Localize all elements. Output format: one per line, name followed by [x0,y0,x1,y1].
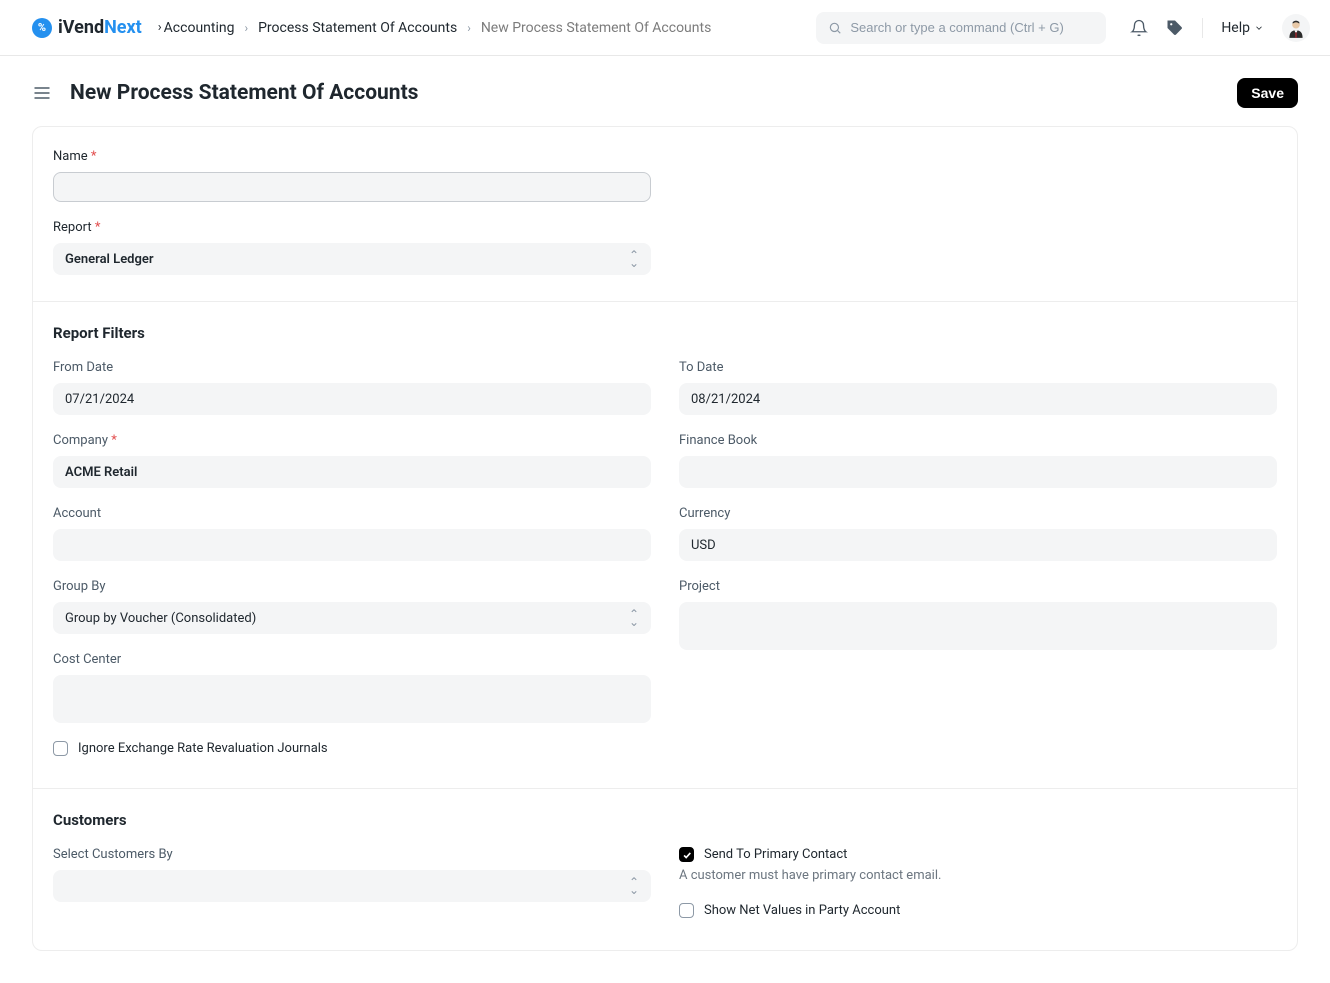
show-net-checkbox[interactable]: Show Net Values in Party Account [679,903,1277,918]
brand-text-2: Next [104,17,142,38]
ignore-exchange-label: Ignore Exchange Rate Revaluation Journal… [78,741,328,756]
name-label: Name * [53,149,651,164]
checkbox-icon [679,903,694,918]
section-report-filters: Report Filters From Date 07/21/2024 Comp… [33,302,1297,789]
company-input[interactable]: ACME Retail [53,456,651,488]
account-input[interactable] [53,529,651,561]
breadcrumb-current: New Process Statement Of Accounts [481,20,712,36]
breadcrumb-accounting[interactable]: Accounting [164,20,235,36]
customers-title: Customers [53,811,1277,829]
chevron-right-icon: › [244,21,248,35]
cost-center-input[interactable] [53,675,651,723]
report-filters-title: Report Filters [53,324,1277,342]
brand-text-1: iVend [58,17,104,38]
select-customers-by-select[interactable] [53,870,651,902]
finance-book-label: Finance Book [679,433,1277,448]
page-header: New Process Statement Of Accounts Save [0,56,1330,126]
send-primary-label: Send To Primary Contact [704,847,847,862]
divider [1202,18,1203,38]
chevron-right-icon: › [156,20,164,35]
select-caret-icon: ⌃⌄ [629,610,639,626]
search-input[interactable] [850,20,1094,35]
select-caret-icon: ⌃⌄ [629,251,639,267]
select-customers-by-label: Select Customers By [53,847,651,862]
page-title: New Process Statement Of Accounts [70,81,1237,105]
report-label: Report * [53,220,651,235]
section-main: Name * Report * General Ledger ⌃⌄ [33,127,1297,302]
send-primary-helper: A customer must have primary contact ema… [679,868,1277,883]
report-select[interactable]: General Ledger [53,243,651,275]
currency-label: Currency [679,506,1277,521]
checkbox-checked-icon [679,847,694,862]
name-input[interactable] [53,172,651,202]
avatar[interactable] [1282,14,1310,42]
brand-logo[interactable]: % iVendNext [32,17,142,38]
from-date-label: From Date [53,360,651,375]
checkbox-icon [53,741,68,756]
from-date-input[interactable]: 07/21/2024 [53,383,651,415]
search-icon [828,21,842,35]
help-menu[interactable]: Help [1221,20,1264,36]
breadcrumb-process-soa[interactable]: Process Statement Of Accounts [258,20,457,36]
save-button[interactable]: Save [1237,78,1298,108]
tag-icon[interactable] [1166,19,1184,37]
group-by-label: Group By [53,579,651,594]
help-label: Help [1221,20,1250,36]
breadcrumb: Accounting › Process Statement Of Accoun… [164,20,712,36]
nav-actions: Help [1130,14,1310,42]
ignore-exchange-checkbox[interactable]: Ignore Exchange Rate Revaluation Journal… [53,741,651,756]
currency-input[interactable]: USD [679,529,1277,561]
account-label: Account [53,506,651,521]
to-date-input[interactable]: 08/21/2024 [679,383,1277,415]
finance-book-input[interactable] [679,456,1277,488]
brand-mark: % [32,18,52,38]
to-date-label: To Date [679,360,1277,375]
show-net-label: Show Net Values in Party Account [704,903,900,918]
select-caret-icon: ⌃⌄ [629,878,639,894]
navbar: % iVendNext › Accounting › Process State… [0,0,1330,56]
project-input[interactable] [679,602,1277,650]
form-card: Name * Report * General Ledger ⌃⌄ Report… [32,126,1298,951]
search-bar[interactable] [816,12,1106,44]
notification-icon[interactable] [1130,19,1148,37]
cost-center-label: Cost Center [53,652,651,667]
chevron-right-icon: › [467,21,471,35]
menu-icon[interactable] [32,83,52,103]
company-label: Company * [53,433,651,448]
project-label: Project [679,579,1277,594]
chevron-down-icon [1254,23,1264,33]
group-by-select[interactable]: Group by Voucher (Consolidated) [53,602,651,634]
send-primary-checkbox[interactable]: Send To Primary Contact [679,847,1277,862]
section-customers: Customers Select Customers By ⌃⌄ Send To… [33,789,1297,950]
